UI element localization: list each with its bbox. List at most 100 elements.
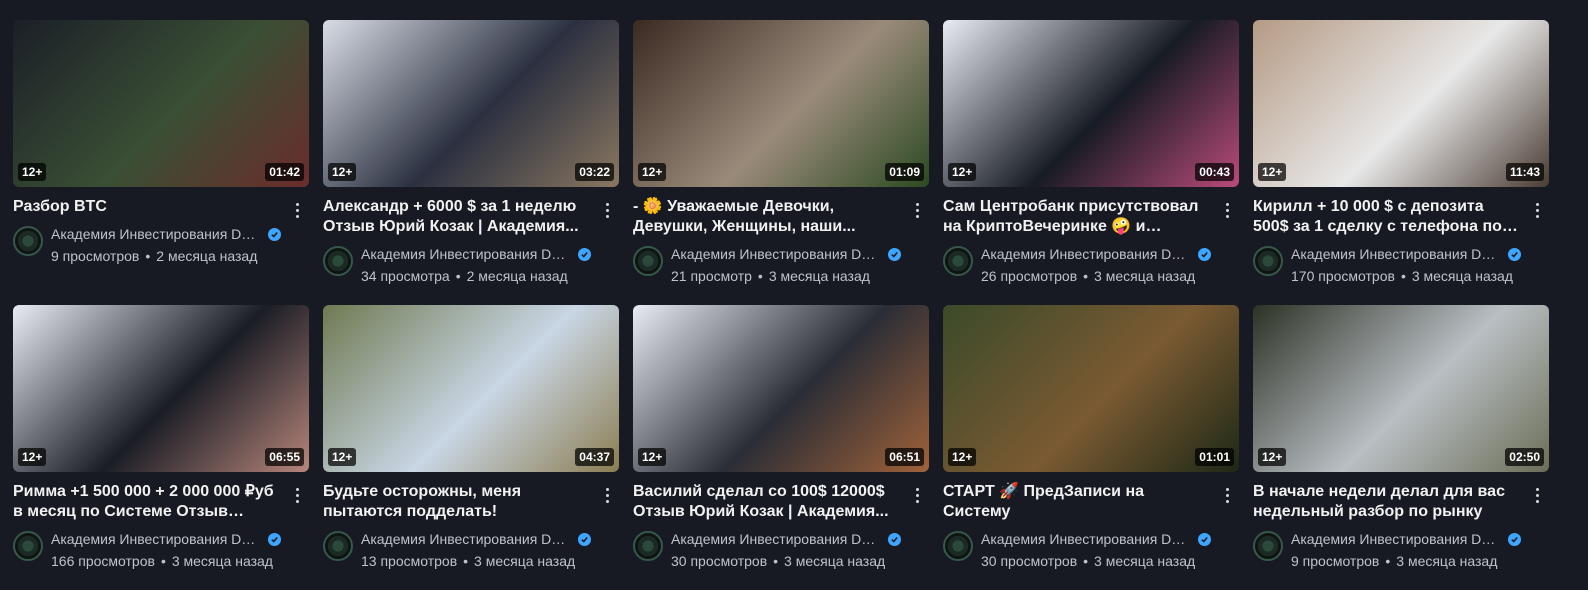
more-options-icon[interactable] [599, 199, 615, 221]
age-rating-badge: 12+ [328, 163, 357, 181]
channel-name[interactable]: Академия Инвестирования DeM WI... [671, 530, 882, 548]
video-card[interactable]: 12+ 00:43 Сам Центробанк присутствовал н… [943, 20, 1239, 305]
channel-name[interactable]: Академия Инвестирования DeM WI... [1291, 530, 1502, 548]
view-count: 13 просмотров [361, 553, 458, 569]
separator-dot: • [463, 553, 469, 569]
verified-badge-icon [1508, 247, 1521, 261]
view-count: 30 просмотров [671, 553, 768, 569]
video-thumbnail[interactable]: 12+ 04:37 [323, 305, 619, 472]
video-title[interactable]: Будьте осторожны, меня пытаются подделат… [323, 482, 591, 522]
video-title[interactable]: СТАРТ 🚀 ПредЗаписи на Систему [943, 482, 1211, 522]
more-options-icon[interactable] [289, 199, 305, 221]
age-rating-badge: 12+ [638, 163, 667, 181]
age-rating-badge: 12+ [948, 163, 977, 181]
channel-name[interactable]: Академия Инвестирования DeM WI... [671, 245, 882, 263]
upload-date: 3 месяца назад [784, 553, 886, 569]
separator-dot: • [455, 268, 461, 284]
video-card[interactable]: 12+ 01:01 СТАРТ 🚀 ПредЗаписи на Систему … [943, 305, 1239, 590]
more-options-icon[interactable] [1219, 199, 1235, 221]
age-rating-badge: 12+ [18, 163, 47, 181]
separator-dot: • [757, 268, 763, 284]
channel-name[interactable]: Академия Инвестирования DeM WI... [51, 225, 262, 243]
more-options-icon[interactable] [1219, 484, 1235, 506]
channel-name[interactable]: Академия Инвестирования DeM WI... [981, 530, 1192, 548]
age-rating-badge: 12+ [948, 448, 977, 466]
thumbnail-image [1253, 305, 1549, 472]
more-options-icon[interactable] [289, 484, 305, 506]
video-card[interactable]: 12+ 06:51 Василий сделал со 100$ 12000$ … [633, 305, 929, 590]
channel-avatar[interactable] [1253, 531, 1283, 561]
more-options-icon[interactable] [1529, 484, 1545, 506]
channel-avatar[interactable] [323, 246, 353, 276]
view-count: 9 просмотров [51, 248, 140, 264]
video-title[interactable]: - 🌼 Уважаемые Девочки, Девушки, Женщины,… [633, 197, 901, 237]
duration-badge: 01:42 [265, 163, 304, 181]
upload-date: 3 месяца назад [1396, 553, 1498, 569]
channel-name[interactable]: Академия Инвестирования DeM WI... [981, 245, 1192, 263]
video-thumbnail[interactable]: 12+ 11:43 [1253, 20, 1549, 187]
view-count: 30 просмотров [981, 553, 1078, 569]
video-title[interactable]: В начале недели делал для вас недельный … [1253, 482, 1521, 522]
age-rating-badge: 12+ [1258, 163, 1287, 181]
video-thumbnail[interactable]: 12+ 02:50 [1253, 305, 1549, 472]
video-card[interactable]: 12+ 11:43 Кирилл + 10 000 $ с депозита 5… [1253, 20, 1549, 305]
upload-date: 3 месяца назад [1411, 268, 1513, 284]
channel-avatar[interactable] [943, 246, 973, 276]
video-card[interactable]: 12+ 06:55 Римма +1 500 000 + 2 000 000 ₽… [13, 305, 309, 590]
verified-badge-icon [268, 532, 281, 546]
video-card[interactable]: 12+ 01:09 - 🌼 Уважаемые Девочки, Девушки… [633, 20, 929, 305]
video-grid: 12+ 01:42 Разбор BTC Академия Инвестиров… [0, 0, 1588, 590]
video-thumbnail[interactable]: 12+ 01:09 [633, 20, 929, 187]
age-rating-badge: 12+ [638, 448, 667, 466]
video-thumbnail[interactable]: 12+ 00:43 [943, 20, 1239, 187]
channel-name[interactable]: Академия Инвестирования DeM WI... [51, 530, 262, 548]
thumbnail-image [13, 305, 309, 472]
view-count: 9 просмотров [1291, 553, 1380, 569]
duration-badge: 06:55 [265, 448, 304, 466]
channel-name[interactable]: Академия Инвестирования DeM WI... [1291, 245, 1502, 263]
view-count: 170 просмотров [1291, 268, 1395, 284]
video-card[interactable]: 12+ 01:42 Разбор BTC Академия Инвестиров… [13, 20, 309, 305]
verified-badge-icon [1198, 532, 1211, 546]
verified-badge-icon [578, 247, 591, 261]
channel-name[interactable]: Академия Инвестирования DeM WI... [361, 245, 572, 263]
video-title[interactable]: Александр + 6000 $ за 1 неделю Отзыв Юри… [323, 197, 591, 237]
more-options-icon[interactable] [599, 484, 615, 506]
view-count: 34 просмотра [361, 268, 450, 284]
video-card[interactable]: 12+ 03:22 Александр + 6000 $ за 1 неделю… [323, 20, 619, 305]
duration-badge: 01:01 [1195, 448, 1234, 466]
verified-badge-icon [888, 532, 901, 546]
channel-avatar[interactable] [633, 531, 663, 561]
channel-avatar[interactable] [323, 531, 353, 561]
channel-avatar[interactable] [13, 226, 43, 256]
more-options-icon[interactable] [1529, 199, 1545, 221]
verified-badge-icon [888, 247, 901, 261]
thumbnail-image [943, 20, 1239, 187]
video-thumbnail[interactable]: 12+ 01:42 [13, 20, 309, 187]
channel-avatar[interactable] [633, 246, 663, 276]
video-thumbnail[interactable]: 12+ 03:22 [323, 20, 619, 187]
video-card[interactable]: 12+ 02:50 В начале недели делал для вас … [1253, 305, 1549, 590]
more-options-icon[interactable] [909, 199, 925, 221]
verified-badge-icon [268, 227, 281, 241]
channel-avatar[interactable] [13, 531, 43, 561]
more-options-icon[interactable] [909, 484, 925, 506]
channel-name[interactable]: Академия Инвестирования DeM WI... [361, 530, 572, 548]
duration-badge: 03:22 [575, 163, 614, 181]
duration-badge: 02:50 [1505, 448, 1544, 466]
video-title[interactable]: Сам Центробанк присутствовал на КриптоВе… [943, 197, 1211, 237]
video-title[interactable]: Василий сделал со 100$ 12000$ Отзыв Юрий… [633, 482, 901, 522]
video-thumbnail[interactable]: 12+ 01:01 [943, 305, 1239, 472]
upload-date: 3 месяца назад [474, 553, 576, 569]
video-thumbnail[interactable]: 12+ 06:55 [13, 305, 309, 472]
video-title[interactable]: Римма +1 500 000 + 2 000 000 ₽уб в месяц… [13, 482, 281, 522]
video-title[interactable]: Разбор BTC [13, 197, 281, 217]
channel-avatar[interactable] [943, 531, 973, 561]
video-thumbnail[interactable]: 12+ 06:51 [633, 305, 929, 472]
video-card[interactable]: 12+ 04:37 Будьте осторожны, меня пытаютс… [323, 305, 619, 590]
age-rating-badge: 12+ [18, 448, 47, 466]
video-title[interactable]: Кирилл + 10 000 $ с депозита 500$ за 1 с… [1253, 197, 1521, 237]
upload-date: 3 месяца назад [171, 553, 273, 569]
duration-badge: 11:43 [1505, 163, 1544, 181]
channel-avatar[interactable] [1253, 246, 1283, 276]
